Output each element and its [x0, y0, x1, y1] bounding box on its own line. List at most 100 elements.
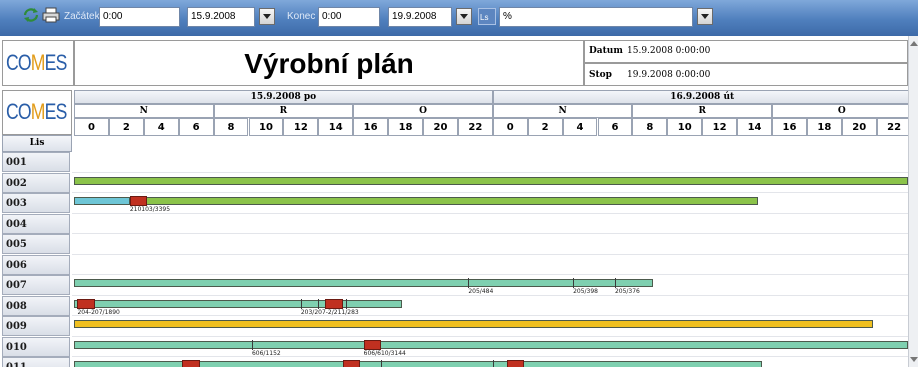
print-icon[interactable] — [42, 7, 60, 23]
row-divider — [72, 356, 908, 357]
operation-marker[interactable] — [129, 196, 148, 206]
hour-header: 16 — [772, 118, 807, 136]
operation-boundary — [492, 360, 494, 367]
row-label: 003 — [2, 193, 70, 213]
shift-header: N — [74, 104, 214, 118]
hour-header: 14 — [318, 118, 354, 136]
filter-input[interactable]: % — [499, 7, 693, 27]
bar-label: 606/1152 — [251, 349, 281, 357]
datum-label: Datum — [589, 46, 623, 56]
row-divider — [72, 212, 908, 214]
vertical-scrollbar[interactable] — [908, 36, 918, 367]
company-logo: COMES — [6, 99, 67, 124]
hour-header: 20 — [841, 118, 877, 136]
row-label: 007 — [2, 275, 70, 295]
gantt-bar[interactable] — [74, 197, 130, 205]
hour-header: 16 — [353, 118, 389, 136]
operation-boundary — [300, 298, 302, 309]
stop-label: Stop — [589, 70, 612, 80]
bar-label: 204-207/1890 — [77, 308, 120, 316]
row-label: 004 — [2, 213, 70, 234]
bar-label: 203/207-2/211/283 — [300, 308, 359, 316]
operation-marker[interactable] — [182, 360, 200, 367]
end-date-dropdown[interactable] — [456, 8, 472, 25]
company-logo: COMES — [6, 50, 67, 75]
refresh-icon[interactable] — [22, 7, 40, 23]
operation-marker[interactable] — [325, 298, 343, 309]
shift-header: R — [632, 104, 772, 118]
end-date-input[interactable]: 19.9.2008 — [388, 7, 452, 27]
day-header: 15.9.2008 po — [74, 90, 493, 104]
row-divider — [72, 315, 908, 316]
row-label: 011 — [2, 357, 70, 367]
hour-header: 12 — [283, 118, 319, 136]
hour-header: 2 — [108, 118, 144, 136]
stop-value: 19.9.2008 0:00:00 — [627, 70, 711, 80]
logo-box: COMES — [2, 40, 74, 86]
row-header: Lis — [2, 135, 72, 152]
hour-header: 4 — [562, 118, 598, 136]
hour-header: 12 — [702, 118, 738, 136]
row-label: 002 — [2, 172, 70, 193]
operation-marker[interactable] — [77, 298, 95, 309]
bar-label: 205/484 — [468, 288, 494, 295]
operation-boundary — [318, 298, 320, 309]
hour-header: 8 — [213, 118, 249, 136]
gantt-bar[interactable] — [74, 340, 908, 349]
scroll-up-icon[interactable] — [910, 38, 918, 48]
shift-header: O — [353, 104, 493, 118]
hour-header: 6 — [597, 118, 633, 136]
gantt-bar[interactable] — [74, 320, 874, 328]
bar-label: 205/398 — [573, 288, 598, 295]
hour-header: 20 — [423, 118, 458, 136]
scroll-down-icon[interactable] — [910, 354, 918, 364]
gantt-bar[interactable] — [74, 279, 654, 287]
datum-box: Datum 15.9.2008 0:00:00 — [584, 40, 908, 63]
gantt-bar[interactable] — [74, 361, 762, 367]
end-label: Konec — [287, 11, 316, 22]
operation-marker[interactable] — [363, 339, 382, 350]
hour-header: 10 — [248, 118, 284, 136]
row-divider — [72, 192, 908, 193]
operation-marker[interactable] — [342, 360, 361, 367]
bar-label: 606/610/3144 — [363, 349, 406, 357]
hour-header: 10 — [667, 118, 703, 136]
end-time-input[interactable]: 0:00 — [318, 7, 380, 27]
row-label: 001 — [2, 152, 70, 172]
row-label: 006 — [2, 254, 70, 275]
hour-header: 4 — [143, 118, 179, 136]
hour-header: 0 — [74, 118, 109, 136]
row-label: 009 — [2, 316, 70, 336]
gantt-bar[interactable] — [74, 176, 908, 185]
operation-boundary — [614, 278, 616, 288]
operation-marker[interactable] — [506, 360, 525, 367]
bar-label: 205/376 — [614, 288, 640, 295]
filter-dropdown[interactable] — [697, 8, 713, 25]
operation-boundary — [346, 298, 348, 309]
operation-boundary — [381, 360, 383, 367]
gantt-bar[interactable] — [129, 197, 759, 205]
shift-header: O — [772, 104, 912, 118]
ls-label: Ls — [478, 8, 496, 25]
hour-header: 18 — [388, 118, 423, 136]
shift-header: R — [213, 104, 354, 118]
row-divider — [72, 253, 908, 255]
row-label: 005 — [2, 234, 70, 254]
hour-header: 2 — [527, 118, 563, 136]
row-divider — [72, 233, 908, 234]
shift-header: N — [492, 104, 633, 118]
row-label: 010 — [2, 336, 70, 357]
operation-boundary — [468, 278, 470, 288]
operation-boundary — [251, 339, 253, 350]
start-date-input[interactable]: 15.9.2008 — [187, 7, 255, 27]
gantt-bar[interactable] — [74, 299, 403, 308]
hour-header: 18 — [806, 118, 842, 136]
row-divider — [72, 335, 908, 337]
toolbar: Začátek 0:00 15.9.2008 Konec 0:00 19.9.2… — [0, 0, 918, 36]
row-divider — [72, 171, 908, 173]
start-date-dropdown[interactable] — [259, 8, 275, 25]
logo-box-2: COMES — [2, 90, 72, 135]
start-label: Začátek — [64, 11, 100, 22]
start-time-input[interactable]: 0:00 — [99, 7, 180, 27]
hour-header: 8 — [632, 118, 668, 136]
